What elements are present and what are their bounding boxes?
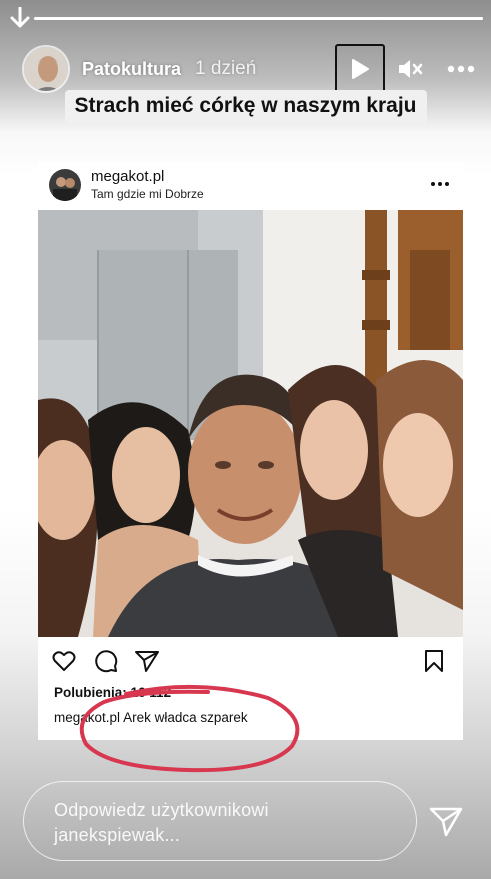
likes-count: 16 112 bbox=[130, 685, 172, 700]
comment-icon[interactable] bbox=[93, 648, 119, 674]
more-options-button[interactable] bbox=[445, 54, 477, 84]
post-username[interactable]: megakot.pl bbox=[91, 168, 204, 187]
share-icon[interactable] bbox=[134, 648, 160, 674]
story-progress-fill bbox=[34, 17, 483, 20]
play-button[interactable] bbox=[335, 44, 385, 94]
story-progress-bar bbox=[34, 17, 483, 20]
swipe-down-arrow-icon[interactable] bbox=[9, 7, 31, 29]
story-timestamp: 1 dzień bbox=[195, 58, 257, 79]
mute-button[interactable] bbox=[395, 54, 425, 84]
play-icon bbox=[352, 59, 369, 79]
send-icon[interactable] bbox=[428, 806, 464, 838]
story-header: Patokultura 1 dzień bbox=[22, 44, 477, 94]
author-avatar[interactable] bbox=[22, 45, 70, 93]
reply-input[interactable]: Odpowiedz użytkownikowi janekspiewak... bbox=[23, 781, 417, 861]
story-caption: Strach mieć córkę w naszym kraju bbox=[64, 90, 427, 124]
post-actions-row bbox=[38, 642, 463, 676]
likes-text: Polubienia: 16 112 bbox=[54, 685, 171, 700]
post-location[interactable]: Tam gdzie mi Dobrze bbox=[91, 187, 204, 202]
post-avatar[interactable] bbox=[49, 169, 81, 201]
post-header: megakot.pl Tam gdzie mi Dobrze bbox=[38, 162, 463, 208]
reply-placeholder: Odpowiedz użytkownikowi janekspiewak... bbox=[54, 800, 269, 845]
heart-icon[interactable] bbox=[51, 648, 77, 674]
post-caption-username[interactable]: megakot.pl bbox=[54, 710, 120, 725]
shared-post-card[interactable]: megakot.pl Tam gdzie mi Dobrze Polubieni… bbox=[38, 162, 463, 740]
story-caption-wrap: Strach mieć córkę w naszym kraju bbox=[0, 90, 491, 124]
post-photo[interactable] bbox=[38, 210, 463, 637]
author-username[interactable]: Patokultura bbox=[82, 59, 181, 80]
likes-label: Polubienia: bbox=[54, 685, 127, 700]
bookmark-icon[interactable] bbox=[421, 648, 447, 674]
muted-speaker-icon bbox=[399, 60, 423, 78]
post-caption: megakot.pl Arek władca szparek bbox=[54, 710, 248, 725]
more-dots-icon bbox=[447, 65, 475, 73]
post-more-icon[interactable] bbox=[429, 174, 451, 194]
post-caption-text: Arek władca szparek bbox=[123, 710, 248, 725]
